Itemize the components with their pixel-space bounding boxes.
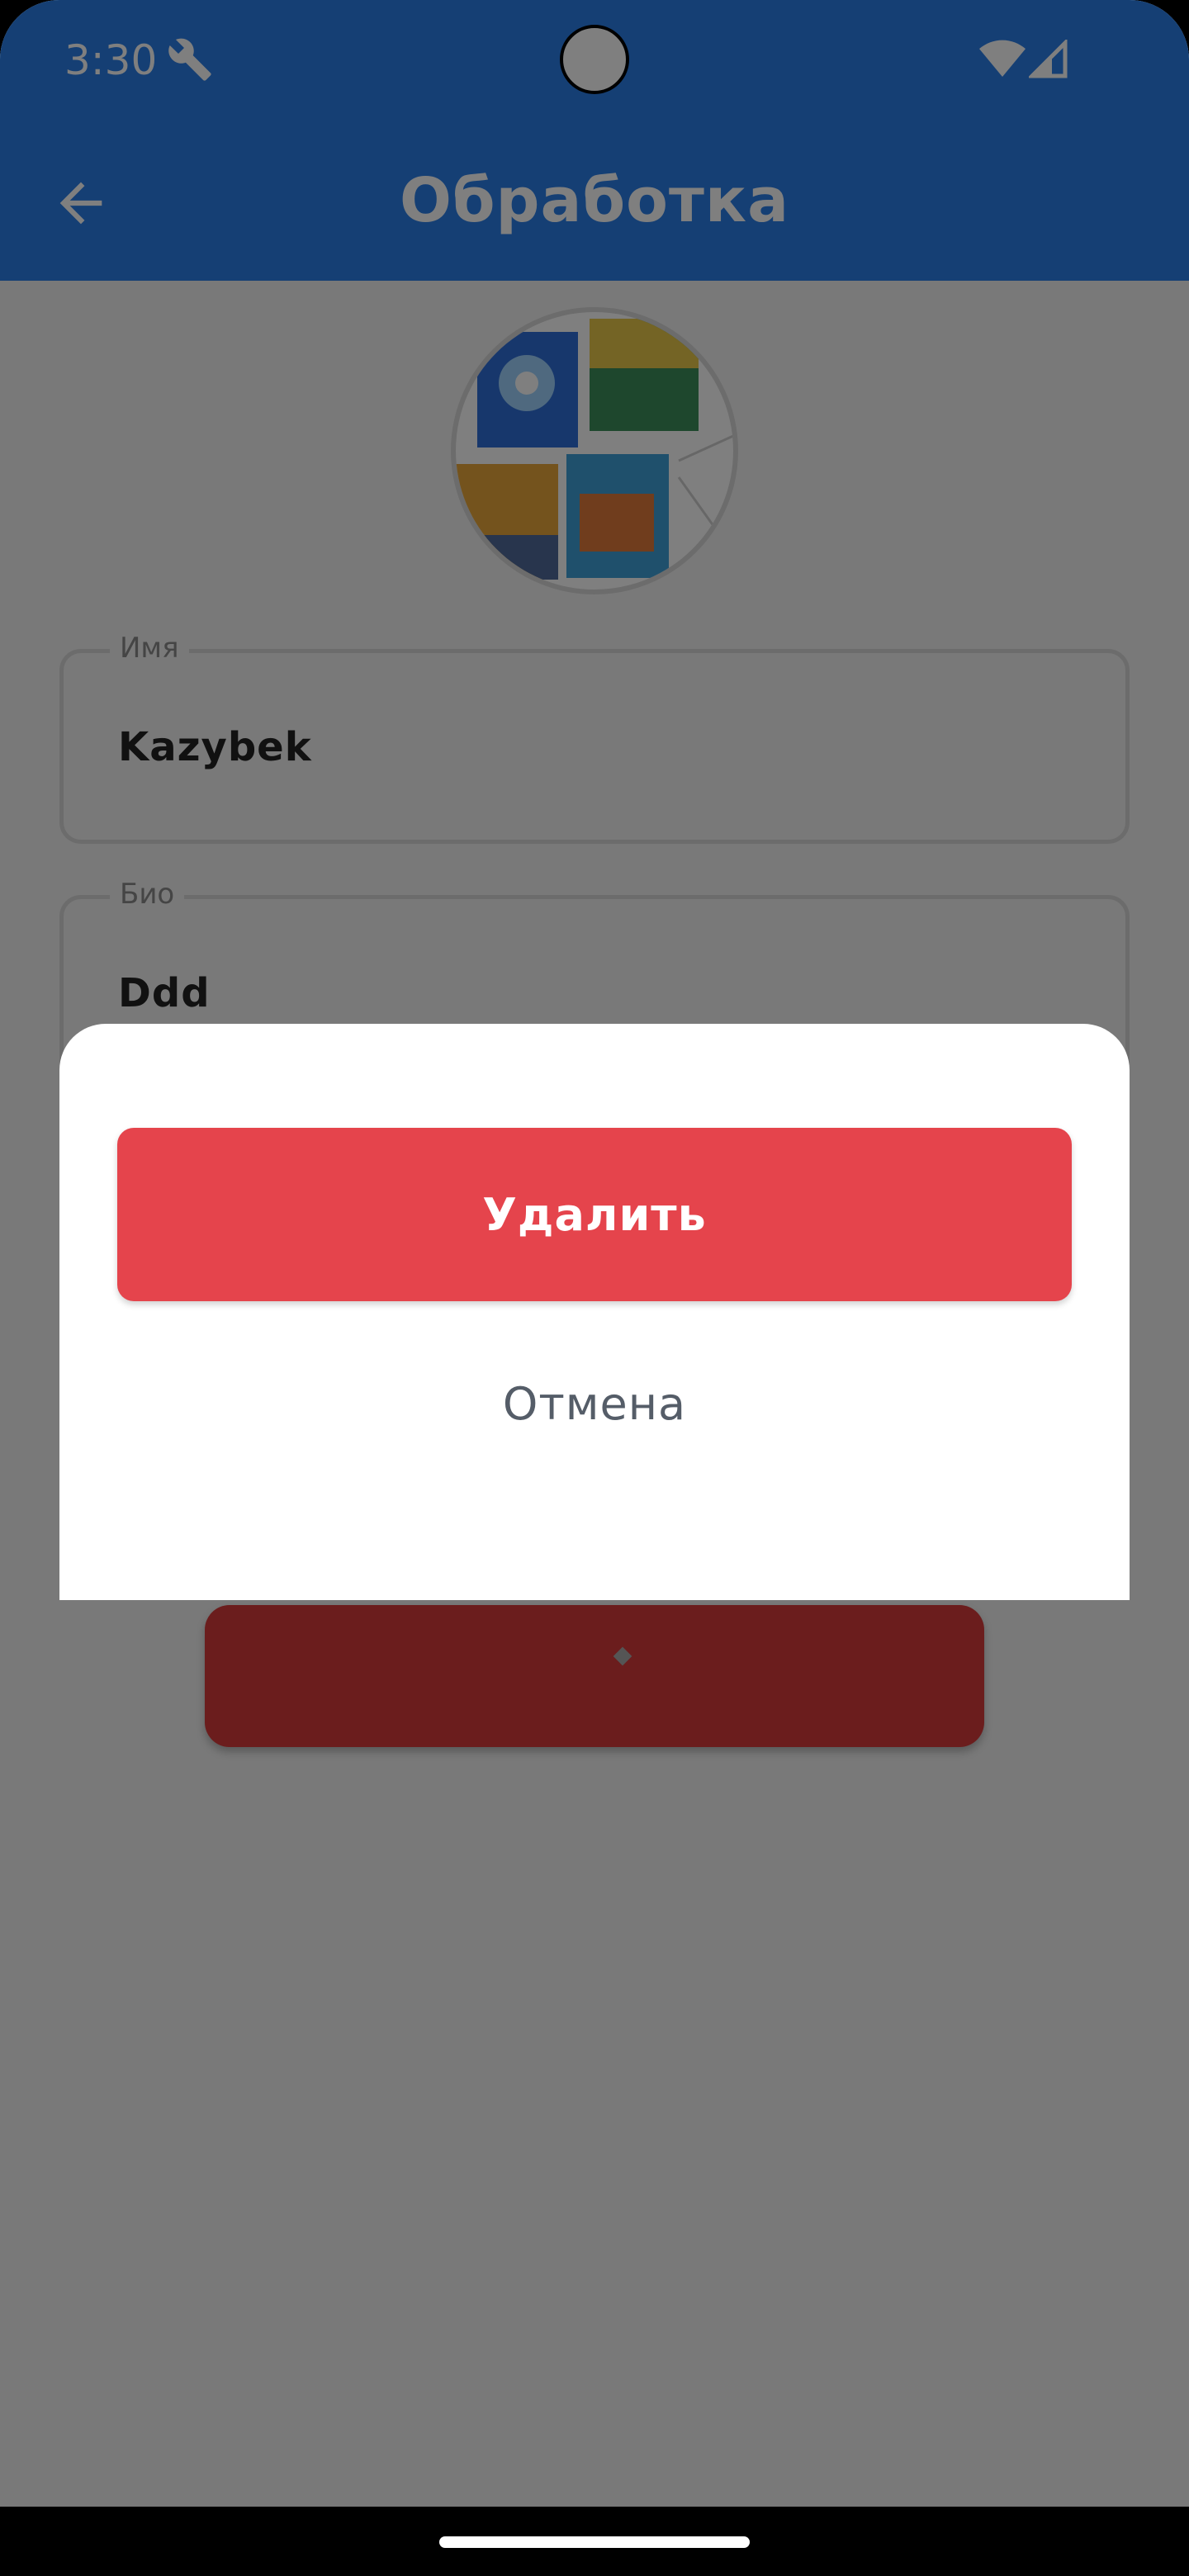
delete-button[interactable]: Удалить bbox=[117, 1128, 1072, 1301]
home-indicator[interactable] bbox=[439, 2536, 750, 2548]
action-sheet: Удалить Отмена bbox=[59, 1024, 1130, 1600]
screen: 3:30 Обработка bbox=[0, 0, 1189, 2576]
cancel-button[interactable]: Отмена bbox=[117, 1338, 1072, 1470]
